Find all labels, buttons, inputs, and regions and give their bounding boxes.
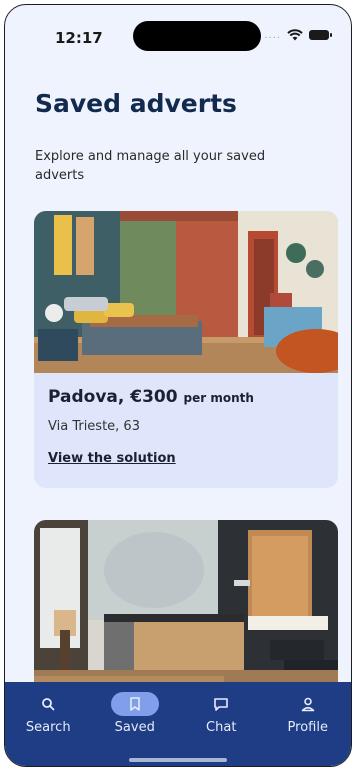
- view-solution-link[interactable]: View the solution: [48, 451, 176, 466]
- nav-item-chat[interactable]: Chat: [186, 692, 256, 735]
- dynamic-island: [133, 21, 261, 51]
- battery-icon: [309, 30, 332, 40]
- status-time: 12:17: [55, 29, 103, 47]
- advert-info: Padova, €300 per month Via Trieste, 63 V…: [34, 373, 338, 466]
- wifi-icon: [287, 29, 303, 41]
- advert-address: Via Trieste, 63: [48, 419, 140, 434]
- status-bar: 12:17 ....: [5, 5, 351, 63]
- page-subtitle: Explore and manage all your saved advert…: [35, 149, 266, 183]
- phone-screen: 12:17 .... Saved adverts Explore and man…: [4, 4, 352, 767]
- nav-icon-wrap: [197, 692, 245, 716]
- home-indicator[interactable]: [129, 758, 227, 762]
- search-icon: [42, 698, 55, 711]
- advert-photo[interactable]: [34, 211, 338, 373]
- advert-price: €300: [130, 387, 178, 407]
- nav-item-saved[interactable]: Saved: [100, 692, 170, 735]
- signal-dots-icon: ....: [264, 29, 281, 41]
- advert-period: per month: [183, 391, 254, 405]
- nav-label: Saved: [114, 720, 155, 735]
- nav-label: Profile: [287, 720, 328, 735]
- bedroom-image: [34, 211, 338, 373]
- nav-icon-wrap: [24, 692, 72, 716]
- person-icon: [301, 697, 315, 711]
- nav-label: Chat: [206, 720, 237, 735]
- advert-title: Padova, €300 per month: [48, 387, 324, 407]
- bookmark-icon: [129, 697, 140, 711]
- advert-city: Padova,: [48, 387, 125, 407]
- nav-icon-wrap: [284, 692, 332, 716]
- chat-icon: [214, 697, 229, 711]
- saved-advert-card[interactable]: Padova, €300 per month Via Trieste, 63 V…: [34, 211, 338, 488]
- status-icons: ....: [264, 29, 332, 41]
- nav-label: Search: [25, 720, 71, 735]
- nav-icon-wrap: [110, 692, 159, 716]
- nav-item-search[interactable]: Search: [13, 692, 83, 735]
- page-title: Saved adverts: [35, 89, 237, 118]
- nav-item-profile[interactable]: Profile: [273, 692, 343, 735]
- bottom-navigation: Search Saved Chat Profile: [5, 682, 351, 766]
